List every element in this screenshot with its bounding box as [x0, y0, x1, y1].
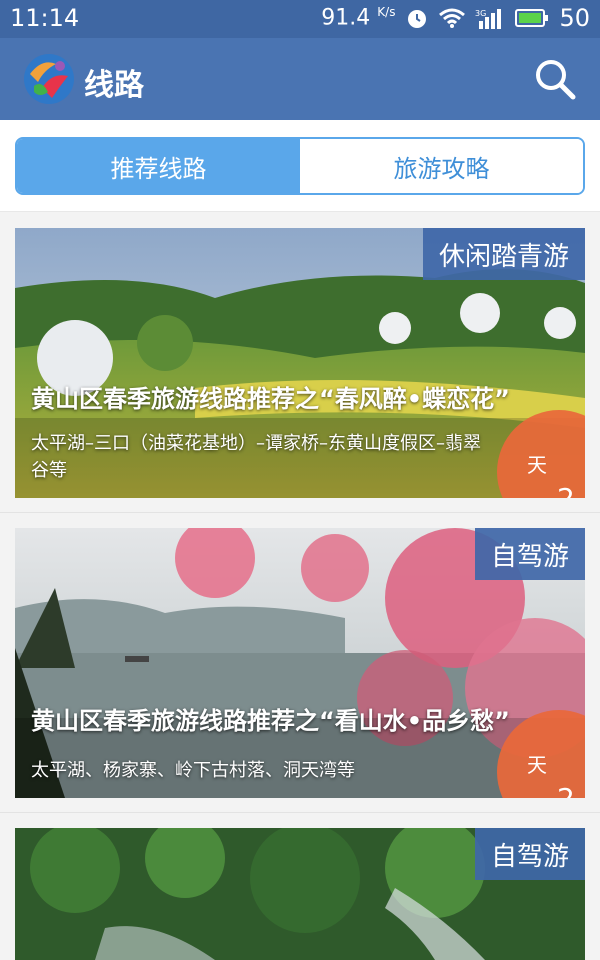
battery-icon: [515, 9, 549, 27]
route-description: 太平湖、杨家寨、岭下古村落、洞天湾等: [31, 760, 355, 781]
signal-icon: 3G: [475, 9, 502, 29]
duration-value: 2天: [527, 753, 575, 798]
route-card[interactable]: 自驾游 黄山区春季旅游线路推荐之“看山水•品乡愁” 太平湖、杨家寨、岭下古村落、…: [15, 528, 585, 798]
route-category-badge: 自驾游: [474, 528, 585, 580]
route-category-badge: 自驾游: [474, 828, 585, 880]
tab-travel-guides[interactable]: 旅游攻略: [300, 139, 583, 193]
tab-bar: 推荐线路 旅游攻略: [15, 137, 585, 195]
route-category-badge: 休闲踏青游: [422, 228, 585, 280]
wifi-icon: [439, 8, 466, 28]
svg-text:3G: 3G: [475, 9, 486, 18]
divider: [0, 512, 600, 513]
status-time: 11:14: [10, 4, 80, 32]
tab-bar-container: 推荐线路 旅游攻略: [0, 120, 600, 212]
alarm-icon: [408, 10, 427, 28]
app-logo-icon: [24, 54, 74, 104]
route-card[interactable]: 休闲踏青游 黄山区春季旅游线路推荐之“春风醉•蝶恋花” 太平湖–三口（油菜花基地…: [15, 228, 585, 498]
status-icons: 91.4 K/s 3G 50: [321, 4, 590, 32]
tab-recommended-routes[interactable]: 推荐线路: [17, 139, 300, 193]
app-bar: 线路: [0, 38, 600, 120]
status-bar: 11:14 91.4 K/s 3G 50: [0, 0, 600, 38]
duration-value: 2天: [527, 453, 575, 498]
page-title: 线路: [84, 68, 144, 103]
route-title: 黄山区春季旅游线路推荐之“春风醉•蝶恋花”: [31, 385, 510, 413]
divider: [0, 812, 600, 813]
route-card[interactable]: 自驾游: [15, 828, 585, 960]
route-description: 太平湖–三口（油菜花基地）–谭家桥–东黄山度假区–翡翠谷等: [31, 433, 481, 481]
search-icon[interactable]: [534, 58, 576, 100]
battery-level: 50: [559, 4, 590, 32]
route-title: 黄山区春季旅游线路推荐之“看山水•品乡愁”: [31, 707, 510, 735]
network-speed: 91.4 K/s: [321, 5, 396, 31]
